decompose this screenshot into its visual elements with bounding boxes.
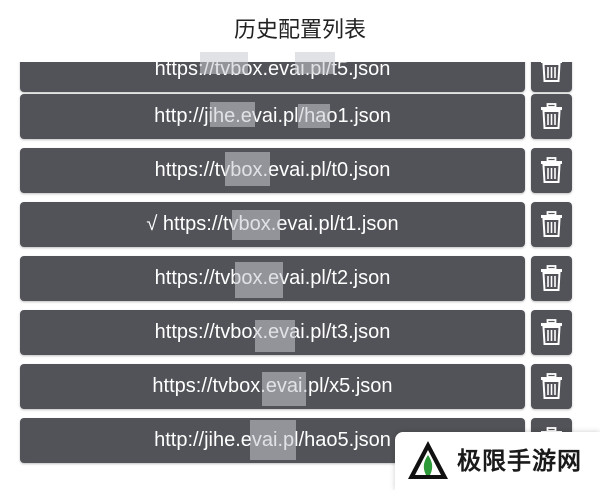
privacy-blur xyxy=(262,372,306,406)
delete-button[interactable] xyxy=(531,62,572,92)
config-item: https://tvbox.evai.pl/t3.json xyxy=(20,310,580,355)
delete-button[interactable] xyxy=(531,364,572,409)
delete-button[interactable] xyxy=(531,94,572,139)
trash-icon xyxy=(541,265,562,291)
config-url-button[interactable]: https://tvbox.evai.pl/t0.json xyxy=(20,148,525,193)
trash-icon xyxy=(541,157,562,183)
trash-icon xyxy=(541,319,562,345)
delete-button[interactable] xyxy=(531,148,572,193)
privacy-blur xyxy=(232,210,280,240)
delete-button[interactable] xyxy=(531,202,572,247)
privacy-blur xyxy=(210,102,255,127)
config-url-button[interactable]: https://tvbox.evai.pl/t5.json xyxy=(20,62,525,92)
history-config-dialog: 历史配置列表 https://tvbox.evai.pl/t5.json htt… xyxy=(0,0,600,490)
config-item: https://tvbox.evai.pl/t0.json xyxy=(20,148,580,193)
privacy-blur xyxy=(255,320,295,352)
watermark-text: 极限手游网 xyxy=(457,447,582,475)
config-item-selected: √ https://tvbox.evai.pl/t1.json xyxy=(20,202,580,247)
config-item: https://tvbox.evai.pl/t2.json xyxy=(20,256,580,301)
privacy-blur xyxy=(295,52,335,74)
config-url-button[interactable]: http://jihe.evai.pl/hao1.json xyxy=(20,94,525,139)
trash-icon xyxy=(541,62,562,82)
privacy-blur xyxy=(200,52,248,74)
jixian-logo-icon xyxy=(408,441,448,479)
privacy-blur xyxy=(250,420,296,460)
delete-button[interactable] xyxy=(531,310,572,355)
trash-icon xyxy=(541,211,562,237)
trash-icon xyxy=(541,103,562,129)
privacy-blur xyxy=(235,262,283,298)
site-watermark: 极限手游网 xyxy=(395,432,600,490)
delete-button[interactable] xyxy=(531,256,572,301)
privacy-blur xyxy=(225,152,270,186)
trash-icon xyxy=(541,373,562,399)
privacy-blur xyxy=(298,104,330,128)
